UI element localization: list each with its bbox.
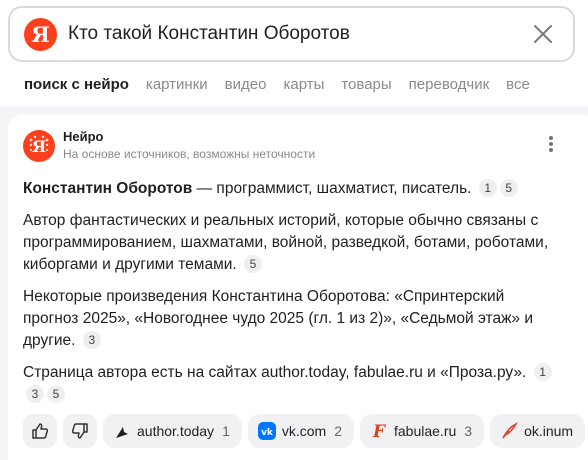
thumbs-down-icon [71, 423, 88, 439]
top-bar: Я Кто такой Константин Оборотов поиск с … [0, 0, 588, 106]
source-chip-author-today[interactable]: author.today 1 [103, 414, 242, 448]
clear-icon[interactable] [531, 22, 555, 46]
svg-text:F: F [372, 422, 387, 440]
tab-neiro-search[interactable]: поиск с нейро [24, 75, 129, 95]
source-chip-ok-inum[interactable]: ok.inum [490, 414, 586, 448]
neiro-icon: Я [23, 130, 55, 162]
citation-badge[interactable]: 3 [82, 331, 101, 349]
svg-text:Я: Я [32, 137, 46, 156]
yandex-logo[interactable]: Я [24, 18, 57, 51]
fabulae-icon: F [370, 418, 388, 442]
neiro-answer-card: Я Нейро На основе источников, возможны н… [8, 114, 588, 460]
answer-paragraph: Некоторые произведения Константина Оборо… [23, 288, 534, 349]
more-options-icon[interactable] [546, 136, 556, 154]
answer-paragraph: Константин Оборотов — программист, шахма… [23, 178, 563, 200]
tab-maps[interactable]: карты [283, 75, 324, 95]
tab-video[interactable]: видео [225, 75, 267, 95]
vk-icon: vk [257, 418, 276, 440]
citation-badge[interactable]: 1 [533, 363, 552, 381]
search-input[interactable]: Кто такой Константин Оборотов [68, 22, 350, 46]
citation-badge[interactable]: 5 [244, 255, 263, 273]
answer-source-name: Нейро [63, 129, 104, 144]
citation-badge[interactable]: 5 [499, 179, 518, 197]
answer-paragraph: Страница автора есть на сайтах author.to… [23, 362, 563, 406]
quill-icon [500, 418, 519, 439]
tab-products[interactable]: товары [341, 75, 391, 95]
citation-badge[interactable]: 5 [47, 385, 65, 403]
tab-images[interactable]: картинки [146, 75, 208, 95]
answer-disclaimer: На основе источников, возможны неточност… [63, 147, 316, 161]
dislike-button[interactable] [63, 414, 97, 448]
svg-text:vk: vk [261, 428, 274, 438]
search-tabs: поиск с нейро картинки видео карты товары пер… [24, 74, 547, 96]
author-today-icon [113, 418, 131, 438]
like-button[interactable] [23, 414, 57, 448]
answer-paragraph: Автор фантастических и реальных историй,… [23, 212, 549, 273]
source-chip-vk[interactable]: vk vk.com 2 [247, 414, 354, 448]
answer-lead: Константин Оборотов [23, 180, 193, 197]
thumbs-up-icon [32, 423, 49, 439]
tab-all[interactable]: все [506, 75, 530, 95]
answer-actions: author.today 1 vk vk.com 2 Ffabulae.ru 3 ok.… [23, 414, 588, 448]
source-chip-fabulae[interactable]: Ffabulae.ru 3 [360, 414, 485, 448]
citation-badge[interactable]: 1 [478, 179, 497, 197]
answer-text: Константин Оборотов — программист, шахма… [23, 178, 563, 416]
citation-badge[interactable]: 3 [26, 385, 44, 403]
search-box[interactable]: Я Кто такой Константин Оборотов [8, 6, 575, 62]
tab-translator[interactable]: переводчик [409, 75, 489, 95]
